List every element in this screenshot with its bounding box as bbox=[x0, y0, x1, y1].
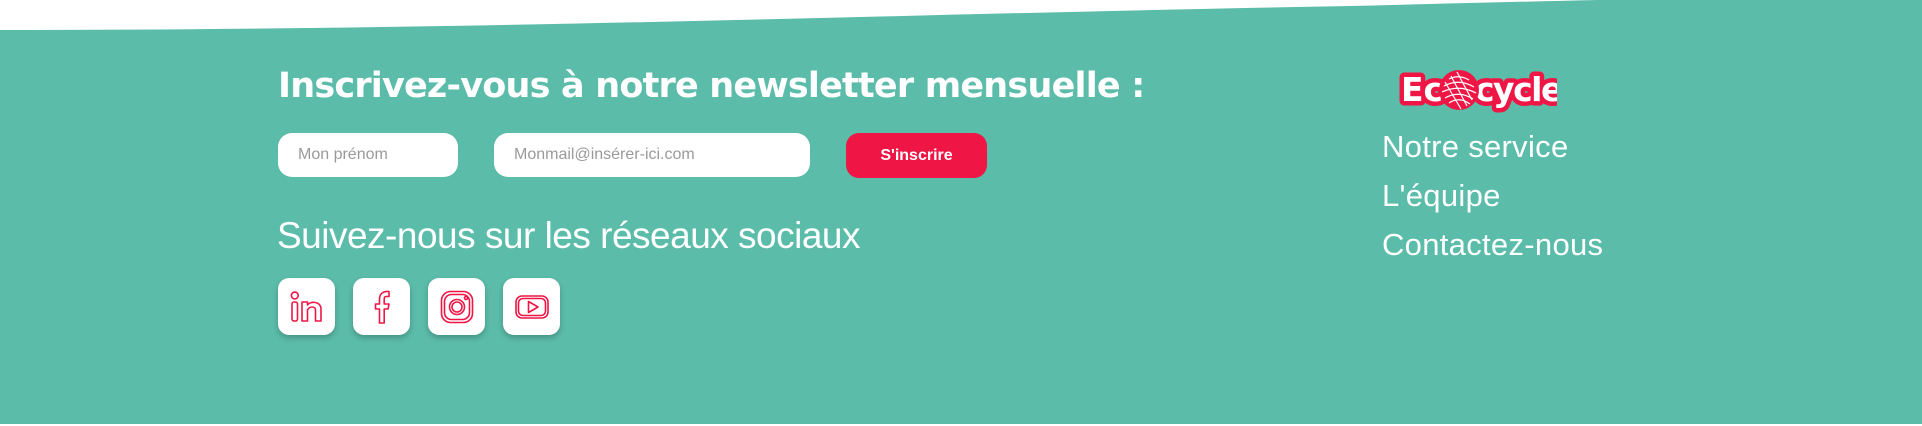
svg-text:Ec: Ec bbox=[1401, 70, 1443, 109]
nav-link-notre-service[interactable]: Notre service bbox=[1382, 122, 1603, 171]
email-input[interactable] bbox=[494, 133, 810, 177]
footer-nav: Notre service L'équipe Contactez-nous bbox=[1382, 122, 1603, 269]
first-name-input[interactable] bbox=[278, 133, 458, 177]
instagram-button[interactable] bbox=[428, 278, 485, 335]
nav-link-contact[interactable]: Contactez-nous bbox=[1382, 220, 1603, 269]
subscribe-button[interactable]: S'inscrire bbox=[846, 133, 987, 178]
instagram-icon bbox=[440, 290, 473, 323]
nav-link-equipe[interactable]: L'équipe bbox=[1382, 171, 1603, 220]
facebook-button[interactable] bbox=[353, 278, 410, 335]
linkedin-icon bbox=[290, 290, 322, 322]
linkedin-button[interactable] bbox=[278, 278, 335, 335]
social-links bbox=[278, 278, 560, 335]
footer-background bbox=[0, 0, 1922, 426]
facebook-icon bbox=[374, 290, 390, 324]
svg-text:cycle: cycle bbox=[1475, 70, 1557, 109]
newsletter-title: Inscrivez-vous à notre newsletter mensue… bbox=[278, 66, 1145, 106]
youtube-button[interactable] bbox=[503, 278, 560, 335]
social-title: Suivez-nous sur les réseaux sociaux bbox=[277, 215, 861, 256]
youtube-icon bbox=[514, 294, 549, 319]
ecocycle-logo: Ec cycle bbox=[1397, 66, 1558, 114]
